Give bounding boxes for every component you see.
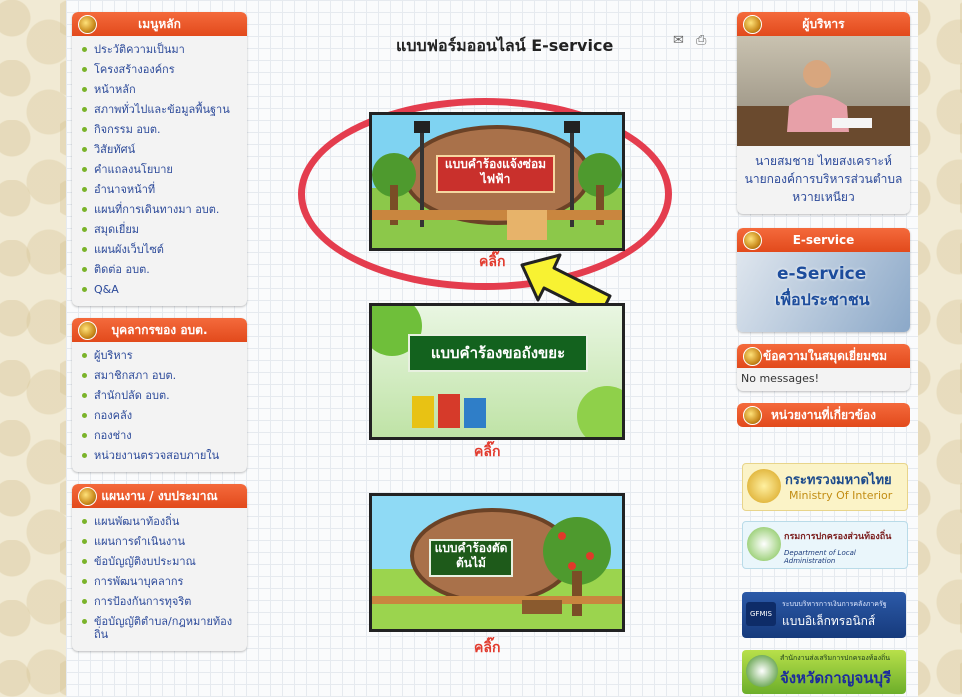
menu-item[interactable]: แผนการดำเนินงาน xyxy=(80,532,239,552)
agencies-title: หน่วยงานที่เกี่ยวข้อง xyxy=(771,408,876,422)
menu-item[interactable]: การพัฒนาบุคลากร xyxy=(80,572,239,592)
menu-item[interactable]: ข้อบัญญัติงบประมาณ xyxy=(80,552,239,572)
guestbook-box: ข้อความในสมุดเยี่ยมชม No messages! xyxy=(737,344,910,391)
plan-menu-title: แผนงาน / งบประมาณ xyxy=(101,489,218,503)
eservice-title: E-service xyxy=(792,233,855,247)
menu-item[interactable]: ประวัติความเป็นมา xyxy=(80,40,239,60)
orb-icon xyxy=(743,406,762,425)
orb-icon xyxy=(743,231,762,250)
menu-item[interactable]: หน่วยงานตรวจสอบภายใน xyxy=(80,446,239,466)
form-card-electric-repair[interactable]: แบบคำร้องแจ้งซ่อมไฟฟ้า xyxy=(369,112,625,251)
plan-menu-box: แผนงาน / งบประมาณ แผนพัฒนาท้องถิ่น แผนการ… xyxy=(72,484,247,651)
executive-person xyxy=(737,60,910,146)
guestbook-title: ข้อความในสมุดเยี่ยมชม xyxy=(763,349,888,363)
menu-item[interactable]: สภาพทั่วไปและข้อมูลพื้นฐาน xyxy=(80,100,239,120)
orb-icon xyxy=(743,347,762,366)
agency-logo-line1: กระทรวงมหาดไทย xyxy=(785,473,892,488)
executive-position: นายกองค์การบริหารส่วนตำบลหวายเหนียว xyxy=(744,172,903,204)
agencies-box: หน่วยงานที่เกี่ยวข้อง xyxy=(737,403,910,427)
print-icon[interactable]: ⎙ xyxy=(696,33,706,48)
reading-kids xyxy=(507,210,547,240)
page-title: แบบฟอร์มออนไลน์ E-service xyxy=(396,36,614,55)
click-link-electric-repair[interactable]: คลิ๊ก xyxy=(479,251,505,273)
menu-item[interactable]: โครงสร้างองค์กร xyxy=(80,60,239,80)
orb-icon xyxy=(78,321,97,340)
executive-header: ผู้บริหาร xyxy=(737,12,910,36)
menu-item[interactable]: หน้าหลัก xyxy=(80,80,239,100)
main-menu-header: เมนูหลัก xyxy=(72,12,247,36)
menu-item[interactable]: สมาชิกสภา อบต. xyxy=(80,366,239,386)
main-menu-box: เมนูหลัก ประวัติความเป็นมา โครงสร้างองค์ก… xyxy=(72,12,247,306)
executive-photo xyxy=(737,36,910,146)
eservice-box: E-service e-Service เพื่อประชาชน xyxy=(737,228,910,332)
menu-item[interactable]: แผนที่การเดินทางมา อบต. xyxy=(80,200,239,220)
agency-logo-gfmis[interactable]: GFMIS ระบบบริหารการเงินการคลังภาครัฐ แบบ… xyxy=(742,592,906,638)
agency-logo-line1: สำนักงานส่งเสริมการปกครองท้องถิ่น xyxy=(780,654,891,662)
menu-item[interactable]: อำนาจหน้าที่ xyxy=(80,180,239,200)
agency-logo-kanchanaburi[interactable]: สำนักงานส่งเสริมการปกครองท้องถิ่น จังหวั… xyxy=(742,650,906,694)
menu-item[interactable]: การป้องกันการทุจริต xyxy=(80,592,239,612)
menu-item[interactable]: ผู้บริหาร xyxy=(80,346,239,366)
executive-caption: นายสมชาย ไทยสงเคราะห์ นายกองค์การบริหารส… xyxy=(737,146,910,214)
agency-logo-line2: จังหวัดกาญจนบุรี xyxy=(780,669,892,687)
page-tools: ✉ ⎙ xyxy=(673,33,706,48)
agency-logo-local-admin[interactable]: กรมการปกครองส่วนท้องถิ่น Department of L… xyxy=(742,521,908,569)
left-sidebar: เมนูหลัก ประวัติความเป็นมา โครงสร้างองค์ก… xyxy=(72,12,247,663)
menu-item[interactable]: วิสัยทัศน์ xyxy=(80,140,239,160)
eservice-banner-line2: เพื่อประชาชน xyxy=(775,290,870,309)
menu-item[interactable]: ข้อบัญญัติตำบล/กฎหมายท้องถิ่น xyxy=(80,612,239,645)
email-icon[interactable]: ✉ xyxy=(673,33,684,48)
plan-menu-list: แผนพัฒนาท้องถิ่น แผนการดำเนินงาน ข้อบัญญัต… xyxy=(72,508,247,651)
menu-item[interactable]: กิจกรรม อบต. xyxy=(80,120,239,140)
agency-logo-line2: Ministry Of Interior xyxy=(789,489,893,502)
orb-icon xyxy=(743,15,762,34)
main-menu-title: เมนูหลัก xyxy=(138,17,181,31)
form-card-label: แบบคำร้องขอถังขยะ xyxy=(408,334,588,372)
main-menu-list: ประวัติความเป็นมา โครงสร้างองค์กร หน้าหลัก… xyxy=(72,36,247,306)
eservice-banner-line1: e-Service xyxy=(777,264,867,284)
agency-logo-line2: แบบอิเล็กทรอนิกส์ xyxy=(782,614,876,628)
staff-menu-box: บุคลากรของ อบต. ผู้บริหาร สมาชิกสภา อบต. ส… xyxy=(72,318,247,472)
seal-icon xyxy=(746,655,778,687)
guestbook-text: No messages! xyxy=(741,372,820,385)
staff-menu-header: บุคลากรของ อบต. xyxy=(72,318,247,342)
form-card-label: แบบคำร้องแจ้งซ่อมไฟฟ้า xyxy=(436,155,555,193)
eservice-banner[interactable]: e-Service เพื่อประชาชน xyxy=(737,252,910,332)
menu-item[interactable]: กองคลัง xyxy=(80,406,239,426)
menu-item[interactable]: ติดต่อ อบต. xyxy=(80,260,239,280)
form-card-tree-cutting[interactable]: แบบคำร้องตัดต้นไม้ xyxy=(369,493,625,632)
gfmis-badge: GFMIS xyxy=(746,602,776,626)
executive-box: ผู้บริหาร นายสมชาย ไทยสงเคราะห์ นายกองค์… xyxy=(737,12,910,214)
agency-logo-line2: Department of Local Administration xyxy=(784,549,856,565)
agencies-header: หน่วยงานที่เกี่ยวข้อง xyxy=(737,403,910,427)
guestbook-header: ข้อความในสมุดเยี่ยมชม xyxy=(737,344,910,368)
agency-logo-interior[interactable]: กระทรวงมหาดไทย Ministry Of Interior xyxy=(742,463,908,511)
menu-item[interactable]: สำนักปลัด อบต. xyxy=(80,386,239,406)
menu-item[interactable]: สมุดเยี่ยม xyxy=(80,220,239,240)
eservice-header: E-service xyxy=(737,228,910,252)
staff-menu-list: ผู้บริหาร สมาชิกสภา อบต. สำนักปลัด อบต. กอง… xyxy=(72,342,247,472)
menu-item[interactable]: แผนผังเว็บไซต์ xyxy=(80,240,239,260)
click-link-tree-cutting[interactable]: คลิ๊ก xyxy=(474,637,500,659)
agency-logo-line1: ระบบบริหารการเงินการคลังภาครัฐ xyxy=(782,600,887,608)
plan-menu-header: แผนงาน / งบประมาณ xyxy=(72,484,247,508)
menu-item[interactable]: คำแถลงนโยบาย xyxy=(80,160,239,180)
right-sidebar: ผู้บริหาร นายสมชาย ไทยสงเคราะห์ นายกองค์… xyxy=(737,12,910,439)
executive-title: ผู้บริหาร xyxy=(802,17,845,31)
seal-icon xyxy=(747,527,781,561)
orb-icon xyxy=(78,487,97,506)
menu-item[interactable]: Q&A xyxy=(80,280,239,300)
agency-logo-line1: กรมการปกครองส่วนท้องถิ่น xyxy=(784,532,892,542)
staff-menu-title: บุคลากรของ อบต. xyxy=(111,323,208,337)
menu-item[interactable]: กองช่าง xyxy=(80,426,239,446)
form-card-trash-bin[interactable]: แบบคำร้องขอถังขยะ xyxy=(369,303,625,440)
click-link-trash-bin[interactable]: คลิ๊ก xyxy=(474,441,500,463)
seal-icon xyxy=(747,469,781,503)
executive-name: นายสมชาย ไทยสงเคราะห์ xyxy=(755,154,892,168)
orb-icon xyxy=(78,15,97,34)
menu-item[interactable]: แผนพัฒนาท้องถิ่น xyxy=(80,512,239,532)
form-card-label: แบบคำร้องตัดต้นไม้ xyxy=(429,539,513,577)
